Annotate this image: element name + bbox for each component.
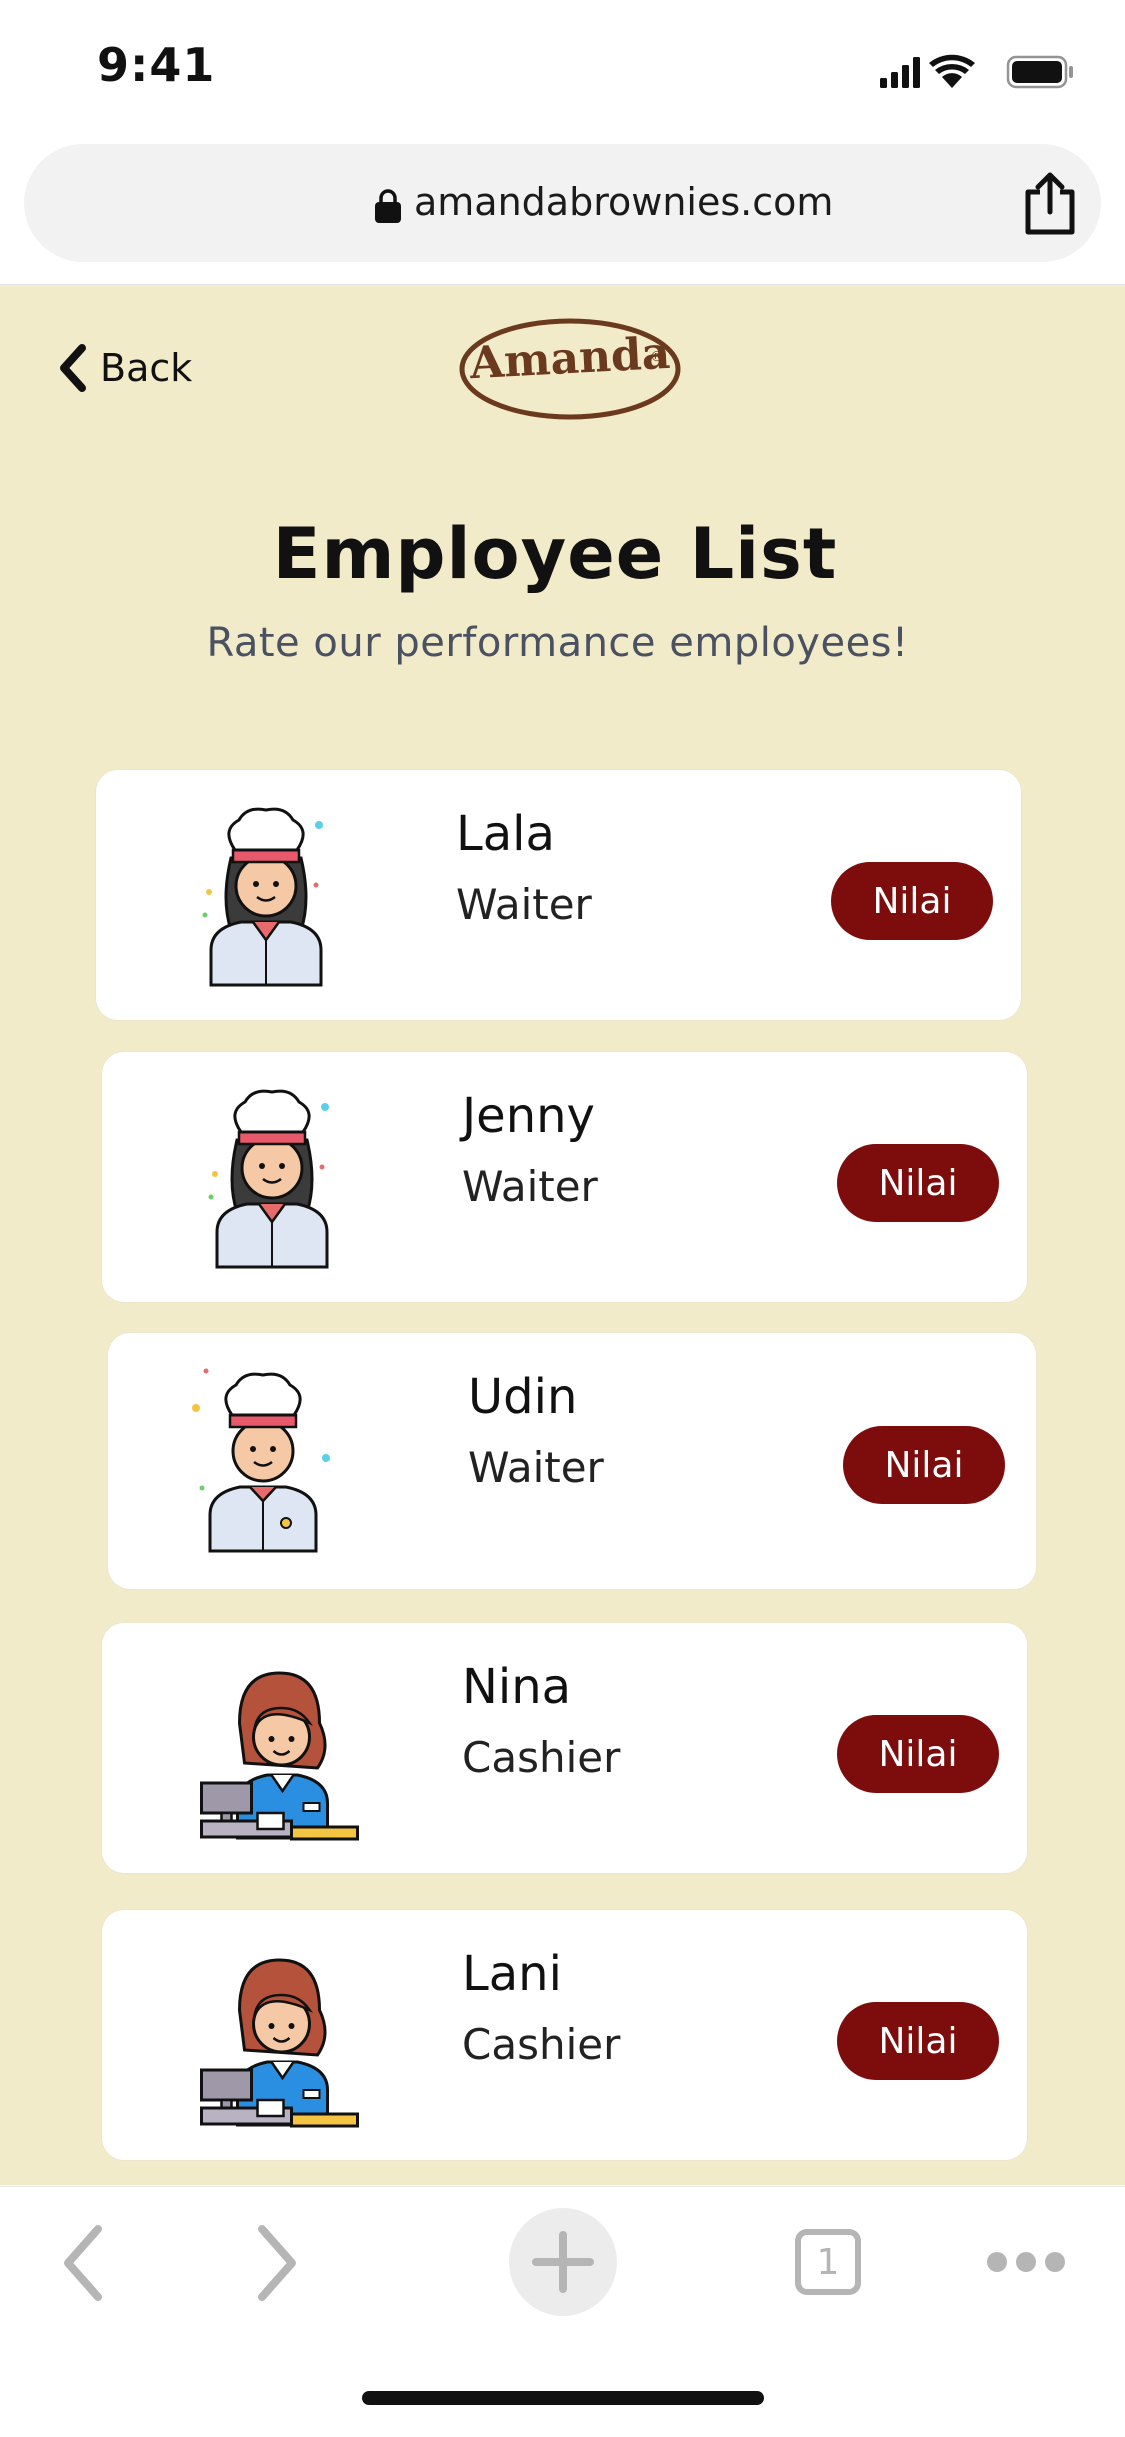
- rate-button[interactable]: Nilai: [831, 862, 993, 940]
- home-indicator[interactable]: [362, 2391, 764, 2405]
- status-time: 9:41: [97, 38, 216, 92]
- employee-role: Waiter: [468, 1443, 604, 1492]
- employee-card: Udin Waiter Nilai: [108, 1333, 1036, 1589]
- cashier-woman-icon: [200, 1958, 359, 2128]
- employee-role: Cashier: [462, 1733, 621, 1782]
- status-icons: [880, 54, 1073, 89]
- more-options-icon[interactable]: [986, 2249, 1066, 2275]
- share-icon[interactable]: [1020, 172, 1080, 236]
- chef-woman-icon: [202, 807, 323, 987]
- employee-card: Lala Waiter Nilai: [96, 770, 1021, 1020]
- page-subtitle: Rate our performance employees!: [206, 620, 909, 666]
- url-text: amandabrownies.com: [414, 180, 834, 224]
- back-button[interactable]: Back: [58, 343, 192, 393]
- employee-name: Udin: [468, 1369, 578, 1425]
- rate-button[interactable]: Nilai: [837, 1144, 999, 1222]
- rate-button[interactable]: Nilai: [843, 1426, 1005, 1504]
- battery-icon: [1006, 55, 1073, 89]
- amanda-logo[interactable]: Amanda ®: [458, 315, 682, 423]
- tabs-button[interactable]: 1: [795, 2229, 861, 2295]
- address-bar[interactable]: amandabrownies.com: [24, 144, 1101, 262]
- browser-address-area: amandabrownies.com: [0, 140, 1125, 285]
- cashier-woman-icon: [200, 1671, 359, 1841]
- rate-button[interactable]: Nilai: [837, 1715, 999, 1793]
- employee-role: Waiter: [456, 880, 592, 929]
- page-title: Employee List: [272, 513, 838, 595]
- employee-name: Lala: [456, 806, 555, 862]
- chevron-left-icon: [60, 344, 86, 392]
- employee-name: Nina: [462, 1659, 572, 1715]
- page-content: Back Amanda ® Employee List Rate our per…: [0, 285, 1125, 2185]
- employee-role: Cashier: [462, 2020, 621, 2069]
- status-bar: 9:41: [0, 0, 1125, 140]
- registered-mark: ®: [650, 349, 664, 365]
- back-label: Back: [100, 346, 193, 390]
- employee-card: Lani Cashier Nilai: [102, 1910, 1027, 2160]
- employee-card: Nina Cashier Nilai: [102, 1623, 1027, 1873]
- chef-woman-icon: [208, 1089, 329, 1269]
- wifi-icon: [929, 54, 975, 88]
- rate-button[interactable]: Nilai: [837, 2002, 999, 2080]
- forward-arrow-icon[interactable]: [252, 2223, 302, 2303]
- employee-role: Waiter: [462, 1162, 598, 1211]
- new-tab-plus-icon[interactable]: [508, 2207, 618, 2317]
- tab-count: 1: [816, 2241, 840, 2283]
- employee-name: Jenny: [462, 1088, 595, 1144]
- employee-name: Lani: [462, 1946, 562, 2002]
- cellular-signal-icon: [880, 57, 920, 88]
- back-arrow-icon[interactable]: [58, 2223, 108, 2303]
- lock-icon: [375, 189, 401, 223]
- chef-man-icon: [192, 1368, 330, 1553]
- employee-card: Jenny Waiter Nilai: [102, 1052, 1027, 1302]
